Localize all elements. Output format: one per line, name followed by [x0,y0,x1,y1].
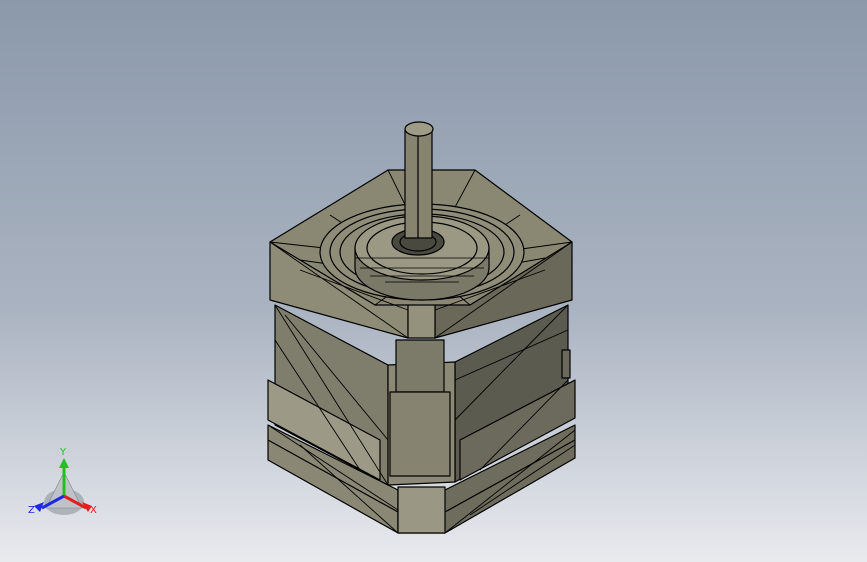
shaft-tip[interactable] [404,121,434,137]
corner-notch-lower [389,391,451,477]
graphics-viewport[interactable]: Y X Z [0,0,867,562]
orientation-triad[interactable]: Y X Z [22,448,104,522]
y-axis-label: Y [60,447,67,458]
corner-notch-upper [395,339,445,393]
connector-tab [561,349,571,379]
base-corner-block [397,486,446,534]
x-axis-label: X [90,505,97,516]
stepper-motor-model[interactable] [0,0,867,562]
z-axis-label: Z [28,505,35,516]
y-axis-head [59,458,69,468]
